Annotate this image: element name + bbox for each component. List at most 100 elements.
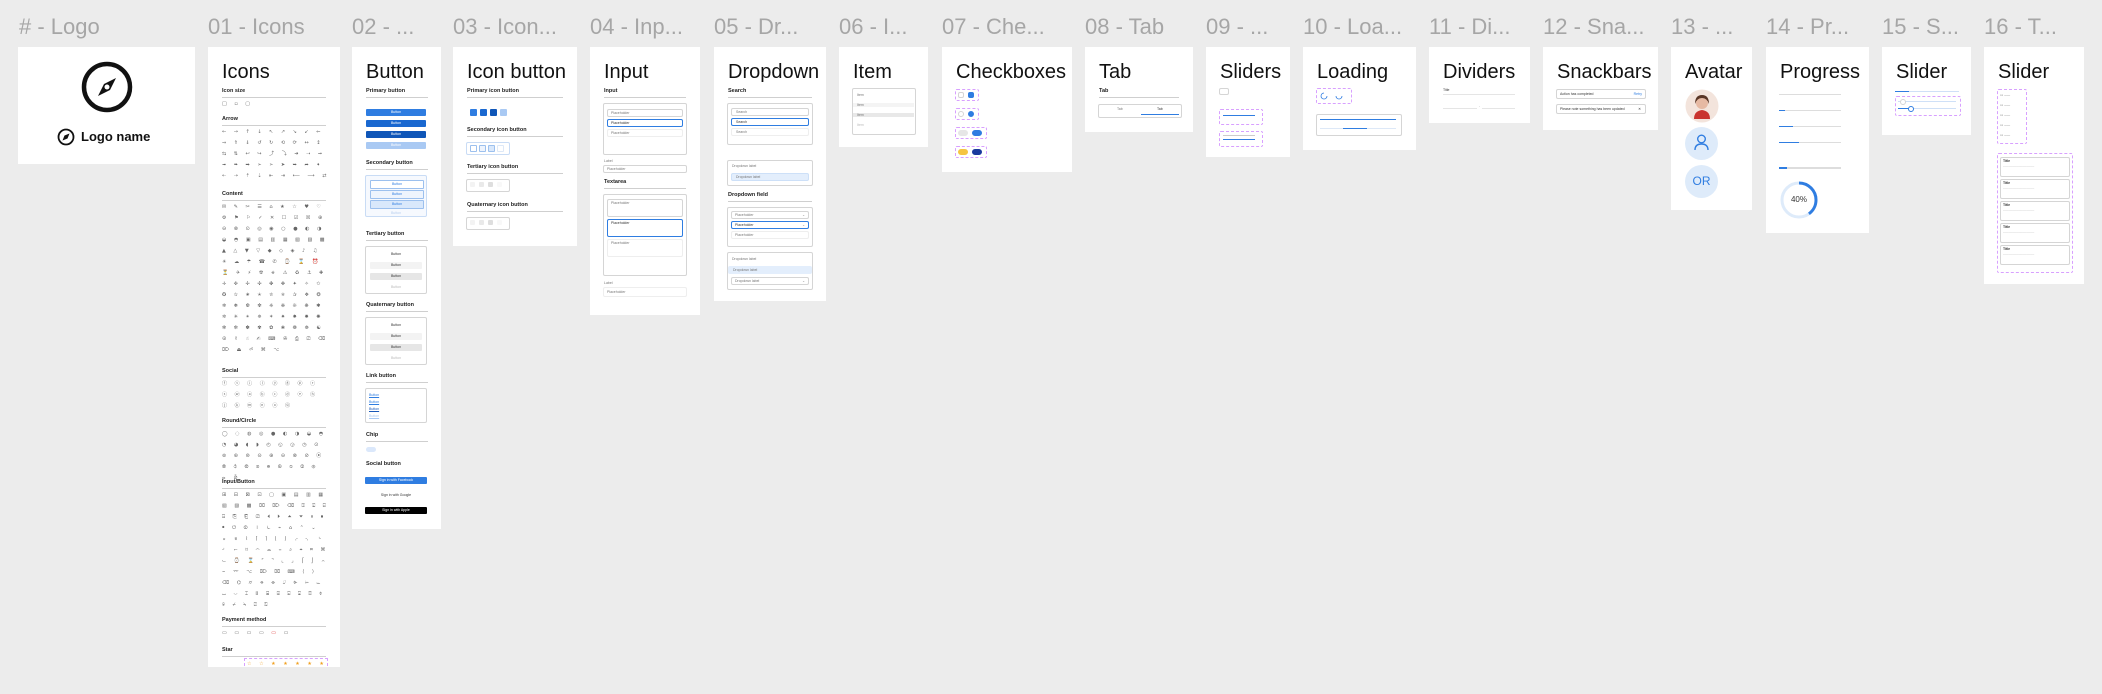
apple-sign-in-button[interactable]: Sign in with Apple [365, 507, 427, 514]
tertiary-icon-button[interactable] [479, 182, 484, 187]
slider-track[interactable] [1223, 115, 1255, 116]
frame-title-button[interactable]: 02 - ... [352, 14, 414, 40]
list-item-pressed[interactable]: Item [853, 113, 914, 117]
frame-title-tooltip[interactable]: 16 - T... [1984, 14, 2057, 40]
primary-icon-button[interactable] [470, 109, 477, 116]
textarea[interactable]: Placeholder [607, 239, 683, 257]
tooltip-item[interactable]: ▭ ‒‒‒ [2000, 113, 2010, 117]
tooltip-item[interactable]: ▭ ‒‒‒ [2000, 103, 2010, 107]
tertiary-button-disabled[interactable]: Button [370, 284, 422, 291]
list-item-hover[interactable]: Item [853, 103, 914, 107]
avatar-placeholder[interactable] [1685, 127, 1718, 160]
primary-button[interactable]: Button [366, 120, 426, 127]
tertiary-icon-button[interactable] [470, 182, 475, 187]
secondary-button-disabled[interactable]: Button [370, 210, 422, 217]
secondary-button[interactable]: Button [370, 180, 424, 189]
primary-icon-button[interactable] [480, 109, 487, 116]
link-button[interactable]: Button [369, 393, 379, 397]
frame-title-avatar[interactable]: 13 - ... [1671, 14, 1733, 40]
quaternary-icon-button[interactable] [470, 220, 475, 225]
frame-title-logo[interactable]: # - Logo [19, 14, 100, 40]
dropdown-field[interactable]: Placeholder ⌄ [731, 211, 809, 219]
labeled-input[interactable]: Placeholder [603, 165, 687, 173]
text-input[interactable]: Placeholder [607, 109, 683, 117]
link-button[interactable]: Button [369, 407, 379, 411]
quaternary-button-disabled[interactable]: Button [370, 355, 422, 362]
frame-title-dividers[interactable]: 11 - Di... [1429, 14, 1511, 40]
tertiary-button[interactable]: Button [370, 273, 422, 280]
secondary-button[interactable]: Button [370, 200, 424, 209]
tooltip-item[interactable]: ▭ ‒‒‒ [2000, 133, 2010, 137]
frame-title-loading[interactable]: 10 - Loa... [1303, 14, 1402, 40]
frame-title-progress[interactable]: 14 - Pr... [1766, 14, 1849, 40]
dropdown-option[interactable]: Dropdown label ⌄ [731, 277, 809, 285]
toggle-off[interactable] [958, 130, 968, 136]
tooltip-item[interactable]: ▭ ‒‒‒ [2000, 93, 2010, 97]
slider-fill[interactable] [1895, 91, 1909, 92]
slider-thumb-preview[interactable] [1219, 88, 1229, 95]
chip[interactable] [366, 447, 376, 452]
list-item[interactable]: Item [857, 93, 864, 97]
star-rating-icons[interactable]: ☆ ☆ ★ ★ ★ ★ ★ [244, 658, 328, 667]
range-slider-track[interactable] [1898, 101, 1956, 102]
toggle-large-on[interactable] [972, 149, 982, 155]
text-input[interactable]: Placeholder [607, 129, 683, 137]
frame-title-tab[interactable]: 08 - Tab [1085, 14, 1164, 40]
google-sign-in-button[interactable]: Sign in with Google [365, 492, 427, 499]
slider-thumb[interactable] [1900, 99, 1906, 105]
quaternary-icon-button-disabled[interactable] [497, 220, 502, 225]
search-input[interactable]: Search [731, 128, 809, 136]
slider-track[interactable] [1223, 135, 1255, 136]
toggle-on[interactable] [972, 130, 982, 136]
dropdown-field-focused[interactable]: Placeholder ⌄ [731, 221, 809, 229]
frame-title-checkboxes[interactable]: 07 - Che... [942, 14, 1045, 40]
slider-thumb[interactable] [1908, 106, 1914, 112]
radio-unselected[interactable] [958, 111, 964, 117]
tooltip-item[interactable]: ▭ ‒‒‒ [2000, 123, 2010, 127]
secondary-button[interactable]: Button [370, 190, 424, 199]
checkbox-unchecked[interactable] [958, 92, 964, 98]
tertiary-icon-button-disabled[interactable] [497, 182, 502, 187]
frame-title-dropdown[interactable]: 05 - Dr... [714, 14, 798, 40]
dropdown-option[interactable]: Dropdown label [732, 257, 756, 261]
primary-icon-button[interactable] [490, 109, 497, 116]
dropdown-label-selected[interactable]: Dropdown label [731, 173, 809, 181]
facebook-sign-in-button[interactable]: Sign in with Facebook [365, 477, 427, 484]
toggle-large-off[interactable] [958, 149, 968, 155]
link-button-disabled[interactable]: Button [369, 414, 379, 418]
textarea-focused[interactable]: Placeholder [607, 219, 683, 237]
frame-title-icon-button[interactable]: 03 - Icon... [453, 14, 557, 40]
list-item-disabled[interactable]: Item [857, 123, 864, 127]
secondary-icon-button[interactable] [470, 145, 477, 152]
link-button[interactable]: Button [369, 400, 379, 404]
frame-title-icons[interactable]: 01 - Icons [208, 14, 305, 40]
frame-title-slider[interactable]: 15 - S... [1882, 14, 1959, 40]
secondary-icon-button[interactable] [479, 145, 486, 152]
avatar-initials[interactable]: OR [1685, 165, 1718, 198]
checkbox-checked[interactable] [968, 92, 974, 98]
frame-title-snackbars[interactable]: 12 - Sna... [1543, 14, 1645, 40]
tertiary-icon-button[interactable] [488, 182, 493, 187]
primary-icon-button-disabled[interactable] [500, 109, 507, 116]
tab-item-active[interactable]: Tab [1157, 107, 1163, 111]
primary-button[interactable]: Button [366, 131, 426, 138]
quaternary-icon-button[interactable] [488, 220, 493, 225]
quaternary-button[interactable]: Button [370, 333, 422, 340]
dropdown-label[interactable]: Dropdown label [732, 164, 756, 168]
snackbar-retry-button[interactable]: Retry [1634, 92, 1642, 96]
close-icon[interactable]: ✕ [1638, 107, 1641, 111]
quaternary-button[interactable]: Button [370, 322, 422, 329]
quaternary-button[interactable]: Button [370, 344, 422, 351]
textarea[interactable]: Placeholder [607, 199, 683, 217]
frame-title-item[interactable]: 06 - I... [839, 14, 907, 40]
frame-title-input[interactable]: 04 - Inp... [590, 14, 683, 40]
primary-button-disabled[interactable]: Button [366, 142, 426, 149]
secondary-icon-button[interactable] [488, 145, 495, 152]
quaternary-icon-button[interactable] [479, 220, 484, 225]
search-input[interactable]: Search [731, 108, 809, 116]
avatar-photo[interactable] [1685, 89, 1719, 123]
dropdown-option-selected[interactable]: Dropdown label [728, 266, 812, 274]
search-input-focused[interactable]: Search [731, 118, 809, 126]
tab-item[interactable]: Tab [1117, 107, 1123, 111]
tertiary-button[interactable]: Button [370, 251, 422, 258]
